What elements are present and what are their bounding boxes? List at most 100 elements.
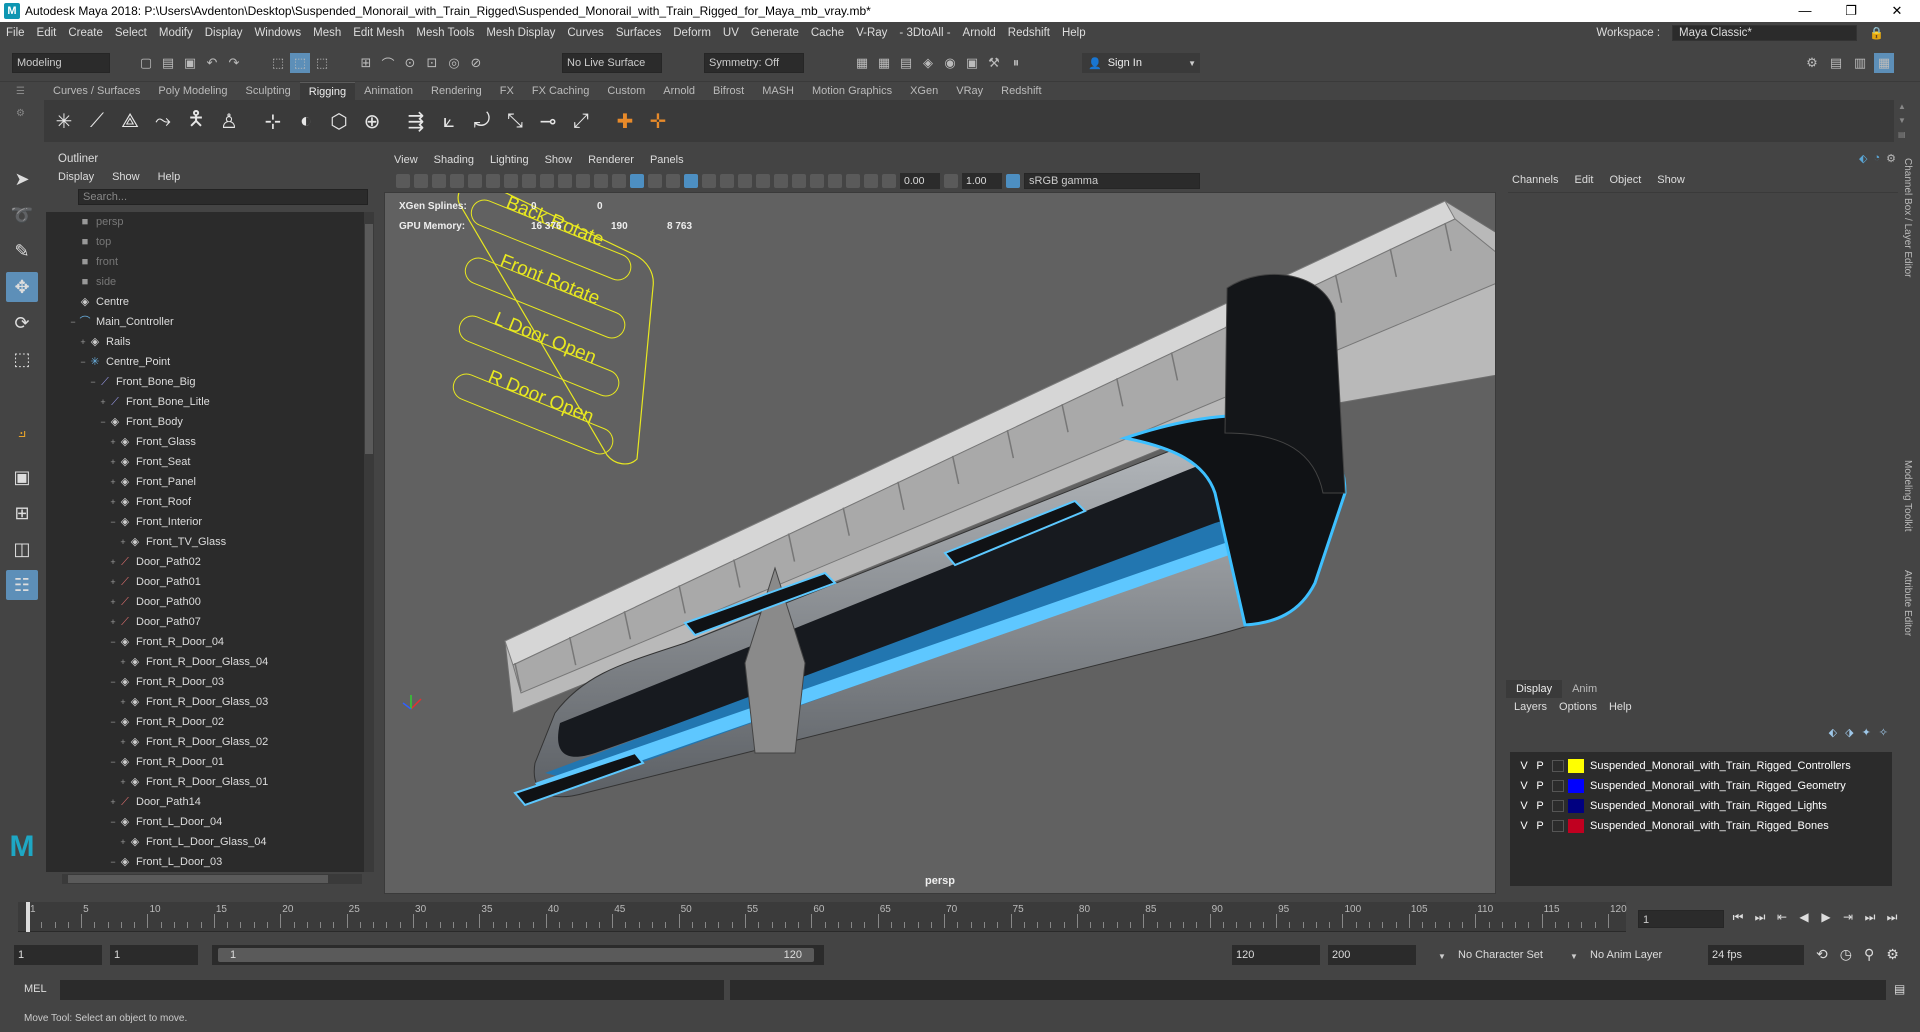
outliner-item-front-glass[interactable]: + ◈ Front_Glass — [46, 432, 364, 452]
select-camera-icon[interactable] — [396, 174, 410, 188]
lasso-tool-icon[interactable]: ➰ — [6, 200, 38, 230]
colorspace-dropdown[interactable]: sRGB gamma — [1024, 173, 1200, 189]
cached-playback-icon[interactable]: ◷ — [1840, 946, 1852, 963]
save-scene-icon[interactable]: ▣ — [180, 53, 200, 73]
cluster-icon[interactable]: ⊕ — [358, 106, 386, 136]
expand-icon[interactable]: + — [118, 832, 128, 852]
shelf-scroll[interactable]: ▲ ▼ ▤ — [1898, 100, 1908, 142]
sign-in-button[interactable]: 👤 Sign In ▼ — [1082, 53, 1200, 73]
layer-menu-help[interactable]: Help — [1609, 698, 1632, 716]
outliner-menu-show[interactable]: Show — [112, 168, 140, 186]
menu-windows[interactable]: Windows — [248, 27, 307, 39]
select-hierarchy-icon[interactable]: ⬚ — [268, 53, 288, 73]
smooth-shade-icon[interactable] — [630, 174, 644, 188]
expand-icon[interactable]: + — [108, 792, 118, 812]
shelf-tab-redshift[interactable]: Redshift — [992, 82, 1050, 100]
menu-surfaces[interactable]: Surfaces — [610, 27, 667, 39]
animation-start-field[interactable]: 1 — [110, 945, 198, 965]
outliner-item-front-r-door-04[interactable]: − ◈ Front_R_Door_04 — [46, 632, 364, 652]
textured-icon[interactable] — [684, 174, 698, 188]
isolate-select-icon[interactable] — [810, 174, 824, 188]
menu-mesh[interactable]: Mesh — [307, 27, 347, 39]
locator-tool-icon[interactable]: ✚ — [611, 106, 639, 136]
menu-3dtoall[interactable]: - 3DtoAll - — [893, 27, 956, 39]
layer-menu-options[interactable]: Options — [1559, 698, 1597, 716]
shelf-tab-vray[interactable]: VRay — [947, 82, 992, 100]
flat-shade-icon[interactable] — [648, 174, 662, 188]
help-icon[interactable]: ◔ — [1873, 152, 1880, 165]
xray-joints-icon[interactable] — [864, 174, 878, 188]
collapse-icon[interactable]: − — [98, 412, 108, 432]
timeline-ruler[interactable]: 1 5 10 15 20 25 30 35 40 45 50 55 60 65 70 75 80 85 90 95 10… — [18, 902, 1627, 932]
collapse-icon[interactable]: − — [88, 372, 98, 392]
animation-preferences-icon[interactable]: ⚙ — [1886, 946, 1899, 963]
vray-render-icon[interactable]: ◉ — [940, 53, 960, 73]
outliner-item-centre[interactable]: ◈ Centre — [46, 292, 364, 312]
channelbox-menu-edit[interactable]: Edit — [1574, 174, 1593, 186]
play-forwards-icon[interactable]: ▶ — [1816, 906, 1836, 928]
humanik-icon[interactable]: ♙ — [215, 106, 243, 136]
menu-redshift[interactable]: Redshift — [1002, 27, 1056, 39]
layer-menu-layers[interactable]: Layers — [1514, 698, 1547, 716]
layer-reference-toggle[interactable] — [1552, 780, 1564, 792]
menu-edit[interactable]: Edit — [31, 27, 63, 39]
expand-icon[interactable]: + — [108, 612, 118, 632]
single-view-icon[interactable]: ▣ — [6, 462, 38, 492]
render-settings-icon[interactable]: ▤ — [896, 53, 916, 73]
side-tab-modeling-toolkit[interactable]: Modeling Toolkit — [1902, 460, 1913, 532]
outliner-item-front-r-door-03[interactable]: − ◈ Front_R_Door_03 — [46, 672, 364, 692]
side-tab-channel-box-layer-editor[interactable]: Channel Box / Layer Editor — [1902, 158, 1913, 278]
layer-playback-toggle[interactable]: P — [1532, 796, 1548, 816]
menu-help[interactable]: Help — [1056, 27, 1092, 39]
menu-mesh-display[interactable]: Mesh Display — [480, 27, 561, 39]
expand-icon[interactable]: + — [108, 472, 118, 492]
settings-icon[interactable]: ⚙ — [1886, 152, 1896, 165]
layer-reference-toggle[interactable] — [1552, 800, 1564, 812]
script-language-label[interactable]: MEL — [24, 983, 47, 995]
outliner-item-front-r-door-glass-01[interactable]: + ◈ Front_R_Door_Glass_01 — [46, 772, 364, 792]
outliner-item-front-r-door-glass-02[interactable]: + ◈ Front_R_Door_Glass_02 — [46, 732, 364, 752]
wireframe-icon[interactable] — [612, 174, 626, 188]
outliner-item-main-controller[interactable]: − ⌒ Main_Controller — [46, 312, 364, 332]
outliner-item-front-interior[interactable]: − ◈ Front_Interior — [46, 512, 364, 532]
outliner-item-door-path02[interactable]: + ⟋ Door_Path02 — [46, 552, 364, 572]
shelf-tab-sculpting[interactable]: Sculpting — [237, 82, 300, 100]
menu-cache[interactable]: Cache — [805, 27, 850, 39]
channel-box-icon[interactable]: ▦ — [1874, 53, 1894, 73]
outliner-item-front-seat[interactable]: + ◈ Front_Seat — [46, 452, 364, 472]
ipr-render-icon[interactable]: ▦ — [874, 53, 894, 73]
layer-row[interactable]: V P Suspended_Monorail_with_Train_Rigged_L… — [1510, 796, 1892, 816]
new-layer-selected-icon[interactable]: ✧ — [1879, 726, 1888, 739]
attribute-editor-icon[interactable]: ▤ — [1826, 53, 1846, 73]
set-driven-key-icon[interactable]: ✛ — [644, 106, 672, 136]
viewport-persp[interactable]: Back Rotate Front Rotate L Door Open R Door… — [384, 192, 1496, 894]
channelbox-menu-channels[interactable]: Channels — [1512, 174, 1558, 186]
outliner-layout-icon[interactable]: ☷ — [6, 570, 38, 600]
move-tool-icon[interactable]: ✥ — [6, 272, 38, 302]
shelf-tab-animation[interactable]: Animation — [355, 82, 422, 100]
snap-point-icon[interactable]: ⊙ — [400, 53, 420, 73]
menu-mesh-tools[interactable]: Mesh Tools — [410, 27, 480, 39]
layer-visibility-toggle[interactable]: V — [1516, 796, 1532, 816]
expand-icon[interactable]: + — [108, 492, 118, 512]
outliner-item-front-roof[interactable]: + ◈ Front_Roof — [46, 492, 364, 512]
outliner-item-side[interactable]: ■ side — [46, 272, 364, 292]
modeling-toolkit-icon[interactable]: ⚙ — [1802, 53, 1822, 73]
viewport-menu-lighting[interactable]: Lighting — [490, 150, 529, 170]
pin-icon[interactable]: ⬖ — [1859, 152, 1867, 165]
shelf-tab-rigging[interactable]: Rigging — [299, 82, 356, 100]
expand-icon[interactable]: + — [108, 572, 118, 592]
outliner-menu-help[interactable]: Help — [158, 168, 181, 186]
quick-rig-icon[interactable]: 🯅 — [182, 106, 210, 136]
channelbox-menu-object[interactable]: Object — [1609, 174, 1641, 186]
current-time-indicator[interactable] — [26, 902, 30, 932]
layer-row[interactable]: V P Suspended_Monorail_with_Train_Rigged_B… — [1510, 816, 1892, 836]
expand-icon[interactable]: + — [108, 552, 118, 572]
snap-surface-icon[interactable]: ◎ — [444, 53, 464, 73]
viewport-menu-renderer[interactable]: Renderer — [588, 150, 634, 170]
menu-display[interactable]: Display — [199, 27, 249, 39]
layer-reference-toggle[interactable] — [1552, 820, 1564, 832]
shadows-icon[interactable] — [720, 174, 734, 188]
menu-deform[interactable]: Deform — [667, 27, 717, 39]
outliner-menu-display[interactable]: Display — [58, 168, 94, 186]
